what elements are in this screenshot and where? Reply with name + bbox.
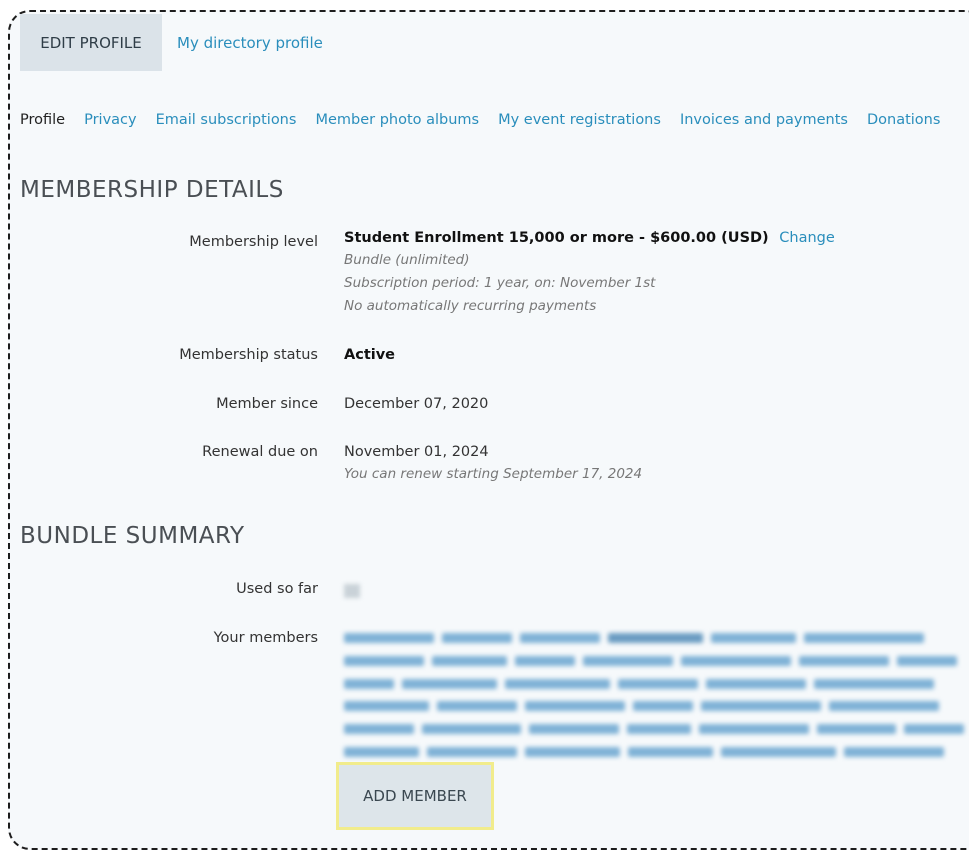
bundle-summary-heading: BUNDLE SUMMARY [20, 523, 245, 549]
member-since-value: December 07, 2020 [344, 396, 489, 412]
membership-status-value: Active [344, 347, 396, 363]
add-member-button[interactable]: ADD MEMBER [336, 762, 494, 830]
recurring-payments-note: No automatically recurring payments [344, 298, 597, 314]
used-so-far-label: Used so far [236, 581, 318, 597]
renewal-due-value: November 01, 2024 [344, 444, 489, 460]
member-since-label: Member since [216, 396, 318, 412]
membership-level-label: Membership level [189, 234, 318, 250]
subnav-email-subscriptions[interactable]: Email subscriptions [156, 112, 297, 128]
renewal-note: You can renew starting September 17, 202… [344, 466, 643, 482]
profile-subnav: Profile Privacy Email subscriptions Memb… [20, 112, 959, 128]
tab-directory-profile[interactable]: My directory profile [162, 14, 338, 71]
subscription-period-note: Subscription period: 1 year, on: Novembe… [344, 275, 656, 291]
subnav-invoices-payments[interactable]: Invoices and payments [680, 112, 848, 128]
used-so-far-value [344, 584, 360, 598]
tab-edit-profile[interactable]: EDIT PROFILE [20, 14, 162, 71]
membership-details-heading: MEMBERSHIP DETAILS [20, 177, 284, 203]
members-list-blurred [344, 628, 964, 758]
change-level-link[interactable]: Change [779, 230, 835, 246]
your-members-label: Your members [213, 630, 318, 646]
membership-level-text: Student Enrollment 15,000 or more - $600… [344, 230, 769, 246]
profile-tabs: EDIT PROFILE My directory profile [20, 14, 338, 71]
add-member-label: ADD MEMBER [363, 787, 467, 805]
bundle-note: Bundle (unlimited) [344, 252, 470, 268]
membership-status-label: Membership status [179, 347, 318, 363]
membership-level-value: Student Enrollment 15,000 or more - $600… [344, 230, 835, 246]
subnav-event-registrations[interactable]: My event registrations [498, 112, 661, 128]
subnav-privacy[interactable]: Privacy [84, 112, 137, 128]
subnav-member-photo-albums[interactable]: Member photo albums [315, 112, 479, 128]
subnav-donations[interactable]: Donations [867, 112, 940, 128]
subnav-profile[interactable]: Profile [20, 112, 65, 128]
renewal-due-label: Renewal due on [202, 444, 318, 460]
